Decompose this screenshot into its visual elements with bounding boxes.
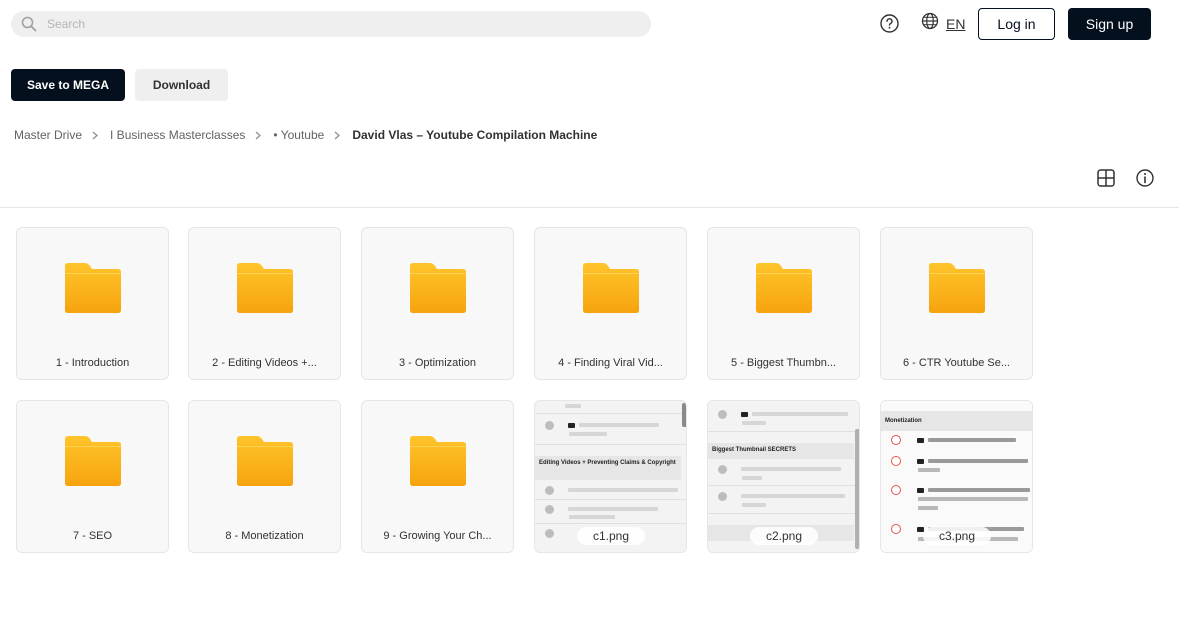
folder-name: 5 - Biggest Thumbn... <box>731 357 836 369</box>
search-input[interactable] <box>47 17 607 31</box>
folder-icon <box>65 436 121 486</box>
folder-icon <box>410 263 466 313</box>
folder-tile[interactable]: 3 - Optimization <box>361 227 514 380</box>
chevron-right-icon <box>255 131 262 140</box>
folder-tile[interactable]: 5 - Biggest Thumbn... <box>707 227 860 380</box>
folder-icon <box>237 436 293 486</box>
folder-name: 1 - Introduction <box>55 357 130 369</box>
globe-icon <box>921 12 939 35</box>
breadcrumb-item-youtube[interactable]: • Youtube <box>273 128 324 142</box>
file-name: c1.png <box>577 527 645 545</box>
folder-icon <box>929 263 985 313</box>
thumbnail-section-title: Editing Videos + Preventing Claims & Cop… <box>535 456 681 480</box>
top-bar: EN Log in Sign up <box>0 0 1179 48</box>
folder-tile[interactable]: 2 - Editing Videos +... <box>188 227 341 380</box>
folder-icon <box>65 263 121 313</box>
help-icon[interactable] <box>879 13 900 34</box>
breadcrumb-item-master-drive[interactable]: Master Drive <box>14 128 82 142</box>
search-bar[interactable] <box>11 11 651 37</box>
file-name: c2.png <box>750 527 818 545</box>
folder-tile[interactable]: 9 - Growing Your Ch... <box>361 400 514 553</box>
folder-icon <box>583 263 639 313</box>
image-file-tile[interactable]: Biggest Thumbnail SECRETS c2.png <box>707 400 860 553</box>
grid-view-icon[interactable] <box>1096 168 1116 188</box>
folder-name: 9 - Growing Your Ch... <box>383 530 492 542</box>
save-to-mega-button[interactable]: Save to MEGA <box>11 69 125 101</box>
folder-name: 8 - Monetization <box>225 530 304 542</box>
folder-name: 2 - Editing Videos +... <box>212 357 317 369</box>
file-name: c3.png <box>923 527 991 545</box>
download-button[interactable]: Download <box>135 69 228 101</box>
folder-tile[interactable]: 8 - Monetization <box>188 400 341 553</box>
folder-name: 3 - Optimization <box>398 357 477 369</box>
folder-tile[interactable]: 7 - SEO <box>16 400 169 553</box>
breadcrumb-item-current: David Vlas – Youtube Compilation Machine <box>352 128 598 142</box>
breadcrumb: Master Drive I Business Masterclasses • … <box>14 127 597 143</box>
thumbnail-section-title: Biggest Thumbnail SECRETS <box>708 443 854 459</box>
folder-icon <box>756 263 812 313</box>
search-icon <box>21 16 37 32</box>
thumbnail-section-title: Monetization <box>881 411 1032 431</box>
chevron-right-icon <box>92 131 98 140</box>
language-code[interactable]: EN <box>946 16 965 32</box>
folder-tile[interactable]: 1 - Introduction <box>16 227 169 380</box>
breadcrumb-item-business-masterclasses[interactable]: I Business Masterclasses <box>110 128 245 142</box>
divider <box>0 207 1179 208</box>
language-selector[interactable]: EN <box>921 12 965 35</box>
folder-tile[interactable]: 4 - Finding Viral Vid... <box>534 227 687 380</box>
folder-tile[interactable]: 6 - CTR Youtube Se... <box>880 227 1033 380</box>
folder-name: 4 - Finding Viral Vid... <box>558 357 663 369</box>
folder-name: 6 - CTR Youtube Se... <box>902 357 1010 369</box>
signup-button[interactable]: Sign up <box>1068 8 1151 40</box>
chevron-right-icon <box>334 131 341 140</box>
folder-icon <box>237 263 293 313</box>
image-file-tile[interactable]: Editing Videos + Preventing Claims & Cop… <box>534 400 687 553</box>
folder-icon <box>410 436 466 486</box>
info-icon[interactable] <box>1135 168 1155 188</box>
login-button[interactable]: Log in <box>978 8 1055 40</box>
folder-name: 7 - SEO <box>72 530 113 542</box>
image-file-tile[interactable]: Monetization c3.png <box>880 400 1033 553</box>
